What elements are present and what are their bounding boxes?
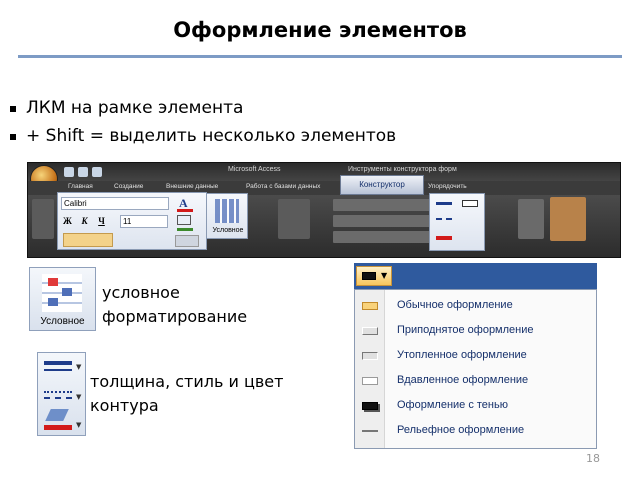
line-style-buttons: ▼ ▼ ▼ (37, 352, 86, 436)
bullet-item: ЛКМ на рамке элемента (8, 94, 396, 122)
save-icon[interactable] (64, 167, 74, 177)
chevron-down-icon[interactable]: ▼ (76, 393, 81, 401)
controls-row (333, 215, 443, 227)
add-fields-button[interactable] (518, 199, 544, 239)
tab-create[interactable]: Создание (114, 183, 143, 190)
slide-title: Оформление элементов (173, 18, 467, 42)
align-buttons[interactable] (63, 233, 113, 247)
special-effect-icon[interactable] (462, 200, 478, 207)
bullet-item: + Shift = выделить несколько элементов (8, 122, 396, 150)
title-rule (18, 55, 622, 58)
menu-item-chiseled[interactable]: Рельефное оформление (355, 419, 596, 443)
chevron-down-icon[interactable]: ▼ (76, 421, 81, 429)
line-style-popup (429, 193, 485, 251)
menu-item-sunken[interactable]: Утопленное оформление (355, 344, 596, 368)
line-text-line: контура (90, 396, 159, 415)
conditional-text-line: форматирование (102, 307, 248, 326)
conditional-label: Условное (212, 227, 244, 234)
raised-effect-icon (362, 327, 378, 335)
view-button[interactable] (32, 199, 54, 239)
special-effect-dropdown: ▼ Обычное оформление Приподнятое оформле… (354, 263, 597, 449)
line-color-icon[interactable] (44, 425, 72, 430)
menu-item-flat[interactable]: Обычное оформление (355, 294, 596, 318)
page-number: 18 (586, 452, 600, 465)
line-text-line: толщина, стиль и цвет (90, 372, 284, 391)
line-type-icon (44, 397, 72, 399)
flat-effect-icon (362, 302, 378, 310)
conditional-grid-icon (42, 274, 82, 312)
chiseled-effect-icon (362, 430, 378, 432)
app-title: Microsoft Access (228, 166, 281, 173)
menu-item-label: Приподнятое оформление (397, 324, 534, 336)
undo-icon[interactable] (78, 167, 88, 177)
controls-row (333, 199, 443, 211)
effect-icon (362, 272, 376, 280)
menu-item-label: Вдавленное оформление (397, 374, 529, 386)
logo-button[interactable] (278, 199, 310, 239)
menu-item-etched[interactable]: Вдавленное оформление (355, 369, 596, 393)
ribbon-titlebar: Microsoft Access Инструменты конструктор… (28, 163, 620, 181)
property-sheet-button[interactable] (550, 197, 586, 241)
controls-row (333, 231, 443, 243)
effects-menu: Обычное оформление Приподнятое оформлени… (354, 289, 597, 449)
menu-item-raised[interactable]: Приподнятое оформление (355, 319, 596, 343)
conditional-icon (215, 199, 239, 223)
font-group-popup: Calibri Ж К Ч 11 A (57, 192, 207, 250)
tab-home[interactable]: Главная (68, 183, 93, 190)
special-effect-button[interactable]: ▼ (356, 266, 392, 286)
line-description: толщина, стиль и цвет контура (90, 370, 283, 418)
chevron-down-icon[interactable]: ▼ (76, 363, 81, 371)
menu-item-label: Рельефное оформление (397, 424, 525, 436)
tab-design[interactable]: Конструктор (340, 175, 424, 195)
tab-external-data[interactable]: Внешние данные (166, 183, 218, 190)
sunken-effect-icon (362, 352, 378, 360)
line-thickness-icon (44, 369, 72, 371)
line-type-icon[interactable] (436, 218, 452, 220)
conditional-popup[interactable]: Условное (206, 193, 248, 239)
context-title: Инструменты конструктора форм (348, 166, 457, 173)
bold-button[interactable]: Ж (61, 215, 74, 228)
bullet-list: ЛКМ на рамке элемента + Shift = выделить… (8, 94, 396, 150)
conditional-text-line: условное (102, 283, 180, 302)
font-name-field[interactable]: Calibri (61, 197, 169, 210)
menu-item-label: Обычное оформление (397, 299, 513, 311)
fill-color-icon[interactable] (175, 215, 199, 231)
redo-icon[interactable] (92, 167, 102, 177)
line-type-icon[interactable] (44, 391, 72, 393)
dropdown-header: ▼ (354, 263, 597, 289)
tab-arrange[interactable]: Упорядочить (428, 183, 467, 190)
tab-database-tools[interactable]: Работа с базами данных (246, 183, 320, 190)
conditional-format-label: Условное (40, 316, 85, 327)
italic-button[interactable]: К (78, 215, 91, 228)
pen-icon (45, 409, 69, 421)
line-thickness-icon[interactable] (436, 202, 452, 205)
line-thickness-icon[interactable] (44, 361, 72, 365)
conditional-description: условное форматирование (102, 281, 247, 329)
menu-item-shadowed[interactable]: Оформление с тенью (355, 394, 596, 418)
menu-item-label: Оформление с тенью (397, 399, 508, 411)
etched-effect-icon (362, 377, 378, 385)
chevron-down-icon: ▼ (381, 271, 388, 280)
shadowed-effect-icon (362, 402, 378, 410)
gridlines-button[interactable] (175, 235, 199, 247)
menu-item-label: Утопленное оформление (397, 349, 527, 361)
font-color-icon[interactable]: A (175, 196, 199, 212)
underline-button[interactable]: Ч (95, 215, 108, 228)
conditional-format-button[interactable]: Условное (29, 267, 96, 331)
line-color-icon[interactable] (436, 236, 452, 240)
font-size-field[interactable]: 11 (120, 215, 168, 228)
